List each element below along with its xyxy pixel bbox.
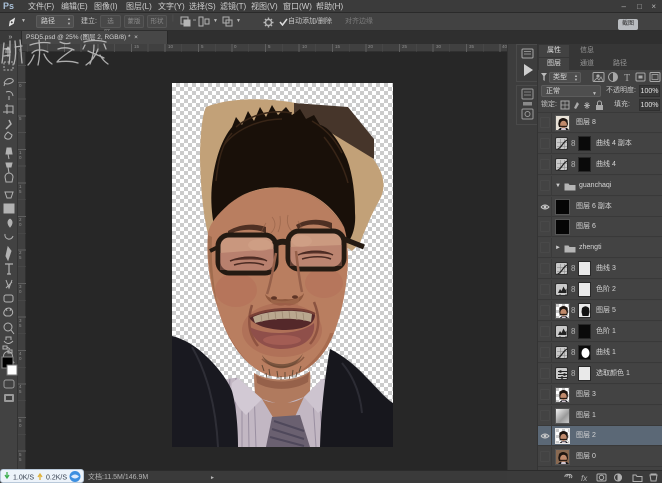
svg-text:0.2K/S: 0.2K/S bbox=[46, 475, 67, 482]
svg-text:1.0K/S: 1.0K/S bbox=[13, 475, 34, 482]
svg-text:fx: fx bbox=[581, 474, 588, 483]
svg-text:T: T bbox=[624, 73, 630, 84]
